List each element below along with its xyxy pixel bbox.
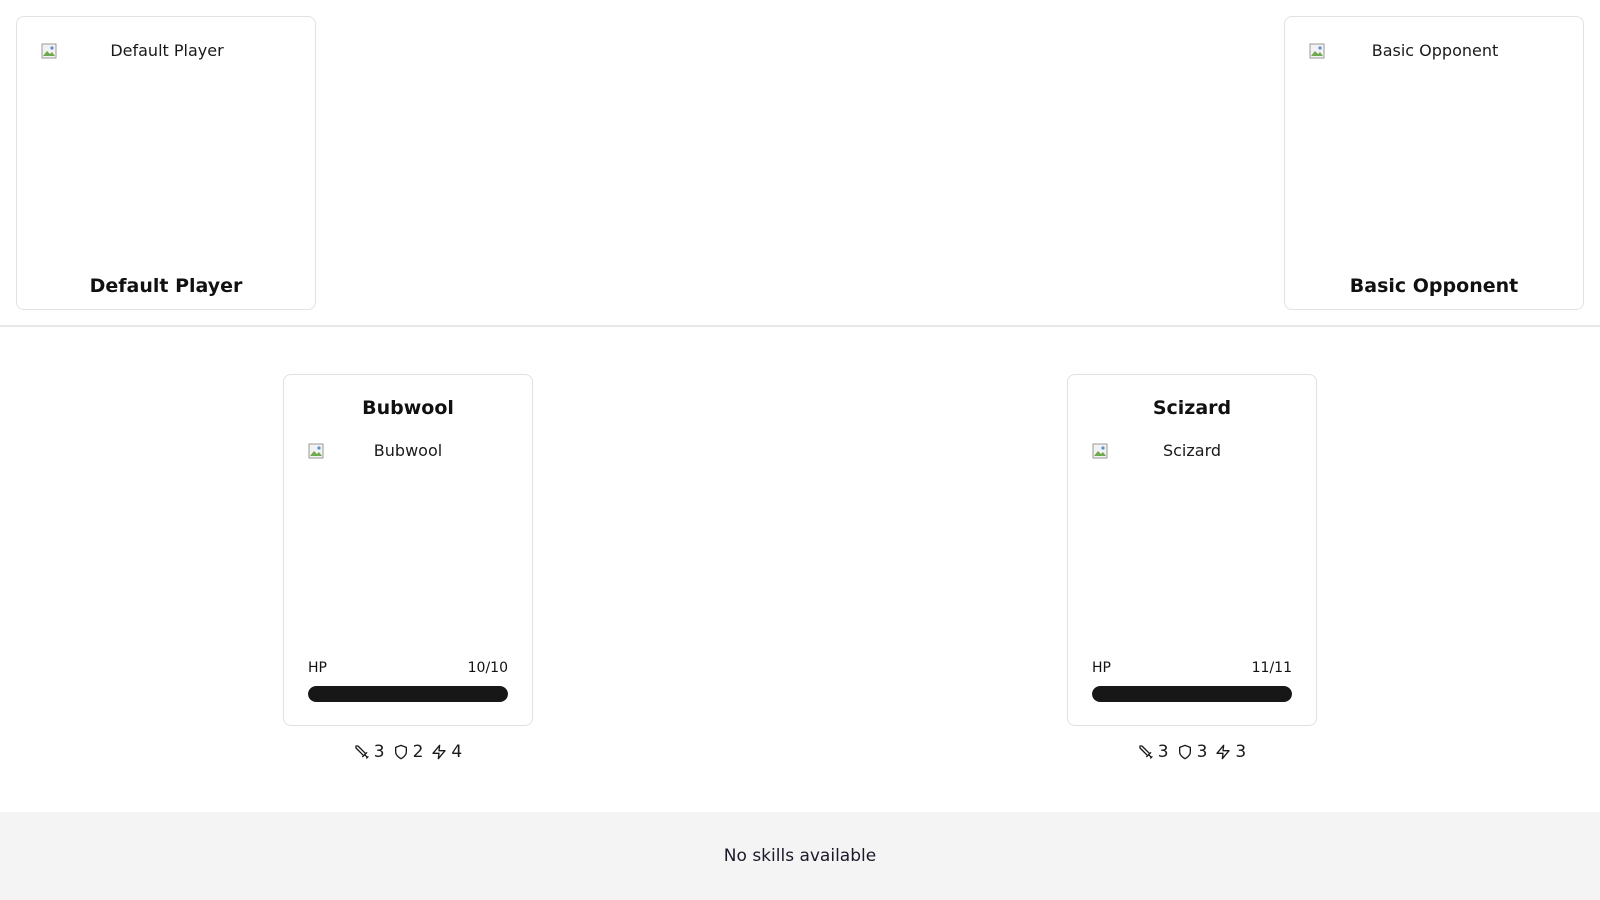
opponent-defense-stat: 3 <box>1177 742 1208 762</box>
player-monster-stats: 3 2 4 <box>283 742 533 762</box>
player-monster-card[interactable]: Bubwool Bubwool HP 10/10 <box>283 374 533 726</box>
player-avatar-alt: Default Player <box>110 41 224 60</box>
player-defense-value: 2 <box>412 742 424 762</box>
sword-icon <box>355 745 369 759</box>
player-profile-card: Default Player Default Player <box>16 16 316 310</box>
opponent-avatar-alt: Basic Opponent <box>1371 41 1499 60</box>
opponent-hp-label: HP <box>1092 660 1111 676</box>
opponent-hp-bar-fill <box>1092 686 1292 702</box>
player-hp-value: 10/10 <box>467 660 508 676</box>
sword-icon <box>1139 745 1153 759</box>
opponent-avatar: Basic Opponent <box>1309 41 1561 231</box>
shield-icon <box>1178 744 1191 760</box>
player-hp-label: HP <box>308 660 327 676</box>
opponent-profile-card: Basic Opponent Basic Opponent <box>1284 16 1584 310</box>
skills-panel: No skills available <box>0 812 1600 900</box>
opponent-monster-card[interactable]: Scizard Scizard HP 11/11 <box>1067 374 1317 726</box>
player-monster-name: Bubwool <box>362 397 454 419</box>
opponent-name: Basic Opponent <box>1349 275 1519 297</box>
player-monster-image: Bubwool <box>308 441 508 631</box>
player-attack-stat: 3 <box>354 742 385 762</box>
opponent-monster-image: Scizard <box>1092 441 1292 631</box>
player-attack-value: 3 <box>373 742 385 762</box>
shield-icon <box>394 744 407 760</box>
opponent-monster-image-alt: Scizard <box>1162 441 1222 460</box>
player-hp-bar-fill <box>308 686 508 702</box>
opponent-speed-value: 3 <box>1235 742 1247 762</box>
broken-image-icon <box>1092 443 1108 459</box>
broken-image-icon <box>41 43 57 59</box>
opponent-monster-stats: 3 3 3 <box>1067 742 1317 762</box>
opponent-attack-value: 3 <box>1157 742 1169 762</box>
player-monster-image-alt: Bubwool <box>373 441 443 460</box>
broken-image-icon <box>308 443 324 459</box>
opponent-hp-value: 11/11 <box>1251 660 1292 676</box>
opponent-speed-stat: 3 <box>1215 742 1246 762</box>
player-speed-value: 4 <box>451 742 463 762</box>
player-hp-bar <box>308 686 508 702</box>
broken-image-icon <box>1309 43 1325 59</box>
opponent-attack-stat: 3 <box>1138 742 1169 762</box>
skills-empty-message: No skills available <box>723 846 877 866</box>
opponent-hp-bar <box>1092 686 1292 702</box>
player-defense-stat: 2 <box>393 742 424 762</box>
trainer-header: Default Player Default Player Basic Oppo… <box>0 0 1600 327</box>
lightning-icon <box>432 744 447 760</box>
lightning-icon <box>1216 744 1231 760</box>
opponent-monster-name: Scizard <box>1152 397 1232 419</box>
player-name: Default Player <box>89 275 243 297</box>
player-speed-stat: 4 <box>431 742 462 762</box>
opponent-defense-value: 3 <box>1196 742 1208 762</box>
player-avatar: Default Player <box>41 41 293 231</box>
